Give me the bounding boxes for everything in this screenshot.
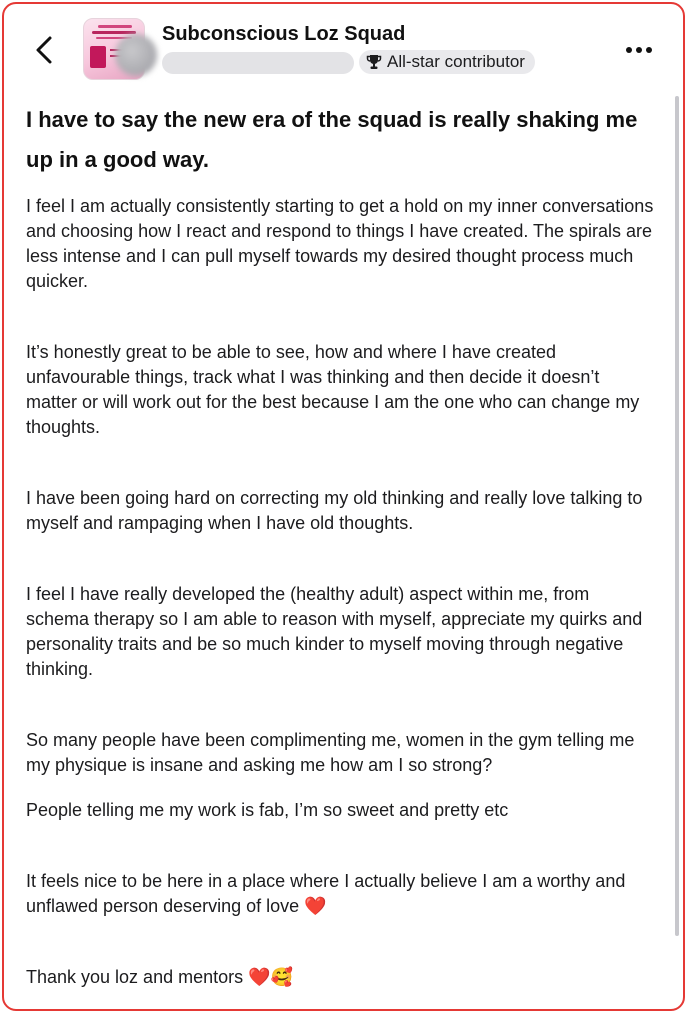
post-paragraph: It’s honestly great to be able to see, h… — [26, 342, 640, 437]
post-paragraph: I feel I have really developed the (heal… — [26, 584, 643, 679]
badge-label: All-star contributor — [387, 52, 525, 71]
post-paragraph: It feels nice to be here in a place wher… — [26, 871, 626, 916]
author-avatar[interactable] — [115, 34, 157, 76]
post-paragraph: I feel I am actually consistently starti… — [26, 196, 654, 291]
post-paragraph: I have been going hard on correcting my … — [26, 488, 643, 533]
trophy-icon — [366, 55, 382, 69]
post-paragraph: People telling me my work is fab, I’m so… — [26, 800, 509, 820]
post-title: I have to say the new era of the squad i… — [26, 107, 638, 172]
contributor-badge: All-star contributor — [359, 50, 535, 74]
back-button[interactable] — [28, 28, 68, 72]
more-options-button[interactable] — [619, 40, 659, 60]
scrollbar[interactable] — [675, 96, 679, 936]
more-horizontal-icon — [626, 47, 652, 53]
post-screen: Subconscious Loz Squad All-star contribu… — [2, 2, 685, 1011]
post-paragraph: So many people have been complimenting m… — [26, 730, 635, 775]
chevron-left-icon — [36, 36, 52, 64]
post-header: Subconscious Loz Squad All-star contribu… — [4, 4, 683, 90]
author-name-redacted[interactable] — [162, 52, 354, 74]
group-name[interactable]: Subconscious Loz Squad — [162, 23, 405, 46]
post-body: I have to say the new era of the squad i… — [26, 100, 654, 990]
post-paragraph: Thank you loz and mentors ❤️🥰 — [26, 967, 293, 987]
